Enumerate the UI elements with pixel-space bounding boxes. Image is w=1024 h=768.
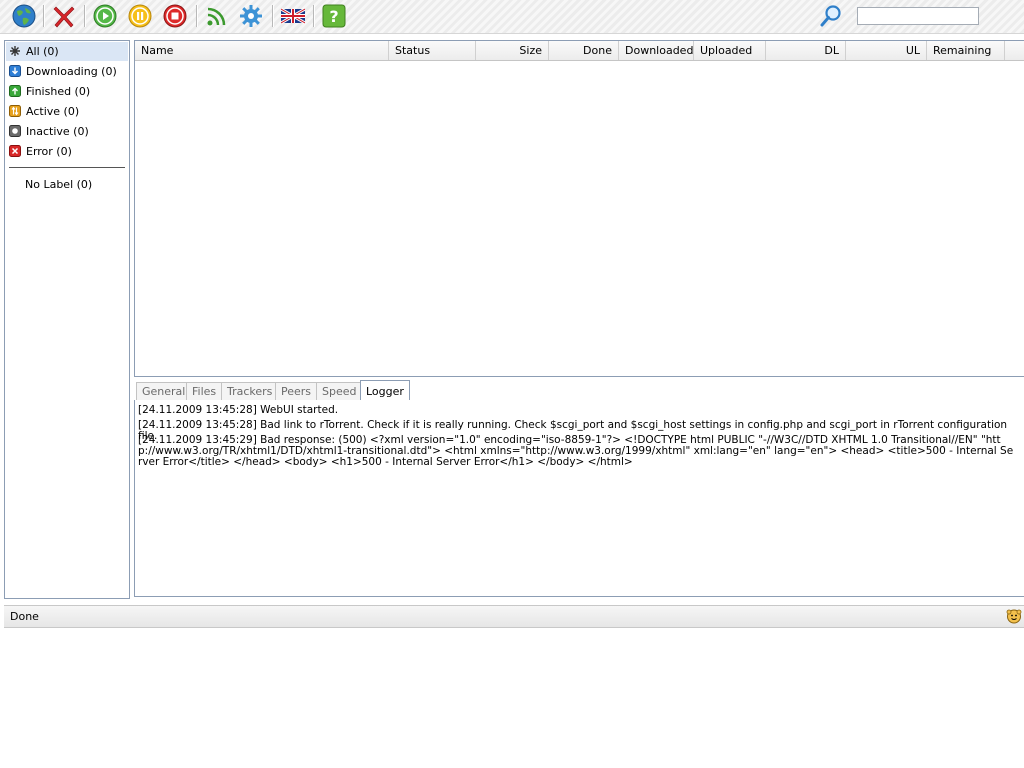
category-label: Active (0) xyxy=(26,105,80,118)
error-icon xyxy=(9,145,21,157)
log-line: [24.11.2009 13:45:28] WebUI started. xyxy=(138,404,339,416)
toolbar-separator xyxy=(84,5,86,27)
category-inactive[interactable]: Inactive (0) xyxy=(6,122,128,141)
tab-speed[interactable]: Speed xyxy=(316,382,363,400)
log-line: [24.11.2009 13:45:29] Bad response: (500… xyxy=(138,434,1014,468)
toolbar-separator xyxy=(313,5,315,27)
tab-trackers[interactable]: Trackers xyxy=(221,382,279,400)
category-label: Inactive (0) xyxy=(26,125,89,138)
toolbar: ? xyxy=(0,0,1024,34)
globe-icon[interactable] xyxy=(12,4,36,28)
column-ul[interactable]: UL xyxy=(846,41,927,60)
toolbar-separator xyxy=(272,5,274,27)
column-status[interactable]: Status xyxy=(389,41,476,60)
category-error[interactable]: Error (0) xyxy=(6,142,128,161)
category-all[interactable]: All (0) xyxy=(6,42,128,61)
finished-icon xyxy=(9,85,21,97)
svg-text:?: ? xyxy=(329,7,338,26)
search-icon[interactable] xyxy=(819,4,843,28)
language-flag-icon[interactable] xyxy=(281,4,305,28)
tab-peers[interactable]: Peers xyxy=(275,382,318,400)
active-icon xyxy=(9,105,21,117)
category-finished[interactable]: Finished (0) xyxy=(6,82,128,101)
status-text: Done xyxy=(10,610,39,623)
category-label: Finished (0) xyxy=(26,85,91,98)
category-label: Error (0) xyxy=(26,145,72,158)
start-icon[interactable] xyxy=(93,4,117,28)
category-active[interactable]: Active (0) xyxy=(6,102,128,121)
logger-panel: [24.11.2009 13:45:28] WebUI started. [24… xyxy=(134,400,1024,597)
tab-logger[interactable]: Logger xyxy=(360,380,410,401)
column-size[interactable]: Size xyxy=(476,41,549,60)
list-header: Name Status Size Done Downloaded Uploade… xyxy=(135,41,1024,61)
remove-icon[interactable] xyxy=(52,4,76,28)
stop-icon[interactable] xyxy=(163,4,187,28)
status-bar: Done xyxy=(4,605,1024,628)
downloading-icon xyxy=(9,65,21,77)
search-input[interactable] xyxy=(857,7,979,25)
help-icon[interactable]: ? xyxy=(322,4,346,28)
category-label: All (0) xyxy=(26,45,59,58)
details-tabs: General Files Trackers Peers Speed Logge… xyxy=(134,380,1024,401)
category-downloading[interactable]: Downloading (0) xyxy=(6,62,128,81)
toolbar-separator xyxy=(43,5,45,27)
inactive-icon xyxy=(9,125,21,137)
pause-icon[interactable] xyxy=(128,4,152,28)
smiley-icon[interactable] xyxy=(1006,608,1022,624)
torrent-list[interactable]: Name Status Size Done Downloaded Uploade… xyxy=(134,40,1024,377)
all-icon xyxy=(10,46,20,56)
toolbar-separator xyxy=(196,5,198,27)
settings-icon[interactable] xyxy=(239,4,263,28)
column-dl[interactable]: DL xyxy=(766,41,846,60)
sidebar-divider xyxy=(9,167,125,168)
tab-files[interactable]: Files xyxy=(186,382,223,400)
column-uploaded[interactable]: Uploaded xyxy=(694,41,766,60)
category-label: Downloading (0) xyxy=(26,65,117,78)
rss-icon[interactable] xyxy=(205,4,229,28)
column-downloaded[interactable]: Downloaded xyxy=(619,41,694,60)
column-remaining[interactable]: Remaining xyxy=(927,41,1005,60)
tab-general[interactable]: General xyxy=(136,382,192,400)
column-name[interactable]: Name xyxy=(135,41,389,60)
label-no-label[interactable]: No Label (0) xyxy=(25,178,92,191)
category-sidebar: All (0) Downloading (0) Finished (0) Act… xyxy=(4,40,130,599)
column-done[interactable]: Done xyxy=(549,41,619,60)
